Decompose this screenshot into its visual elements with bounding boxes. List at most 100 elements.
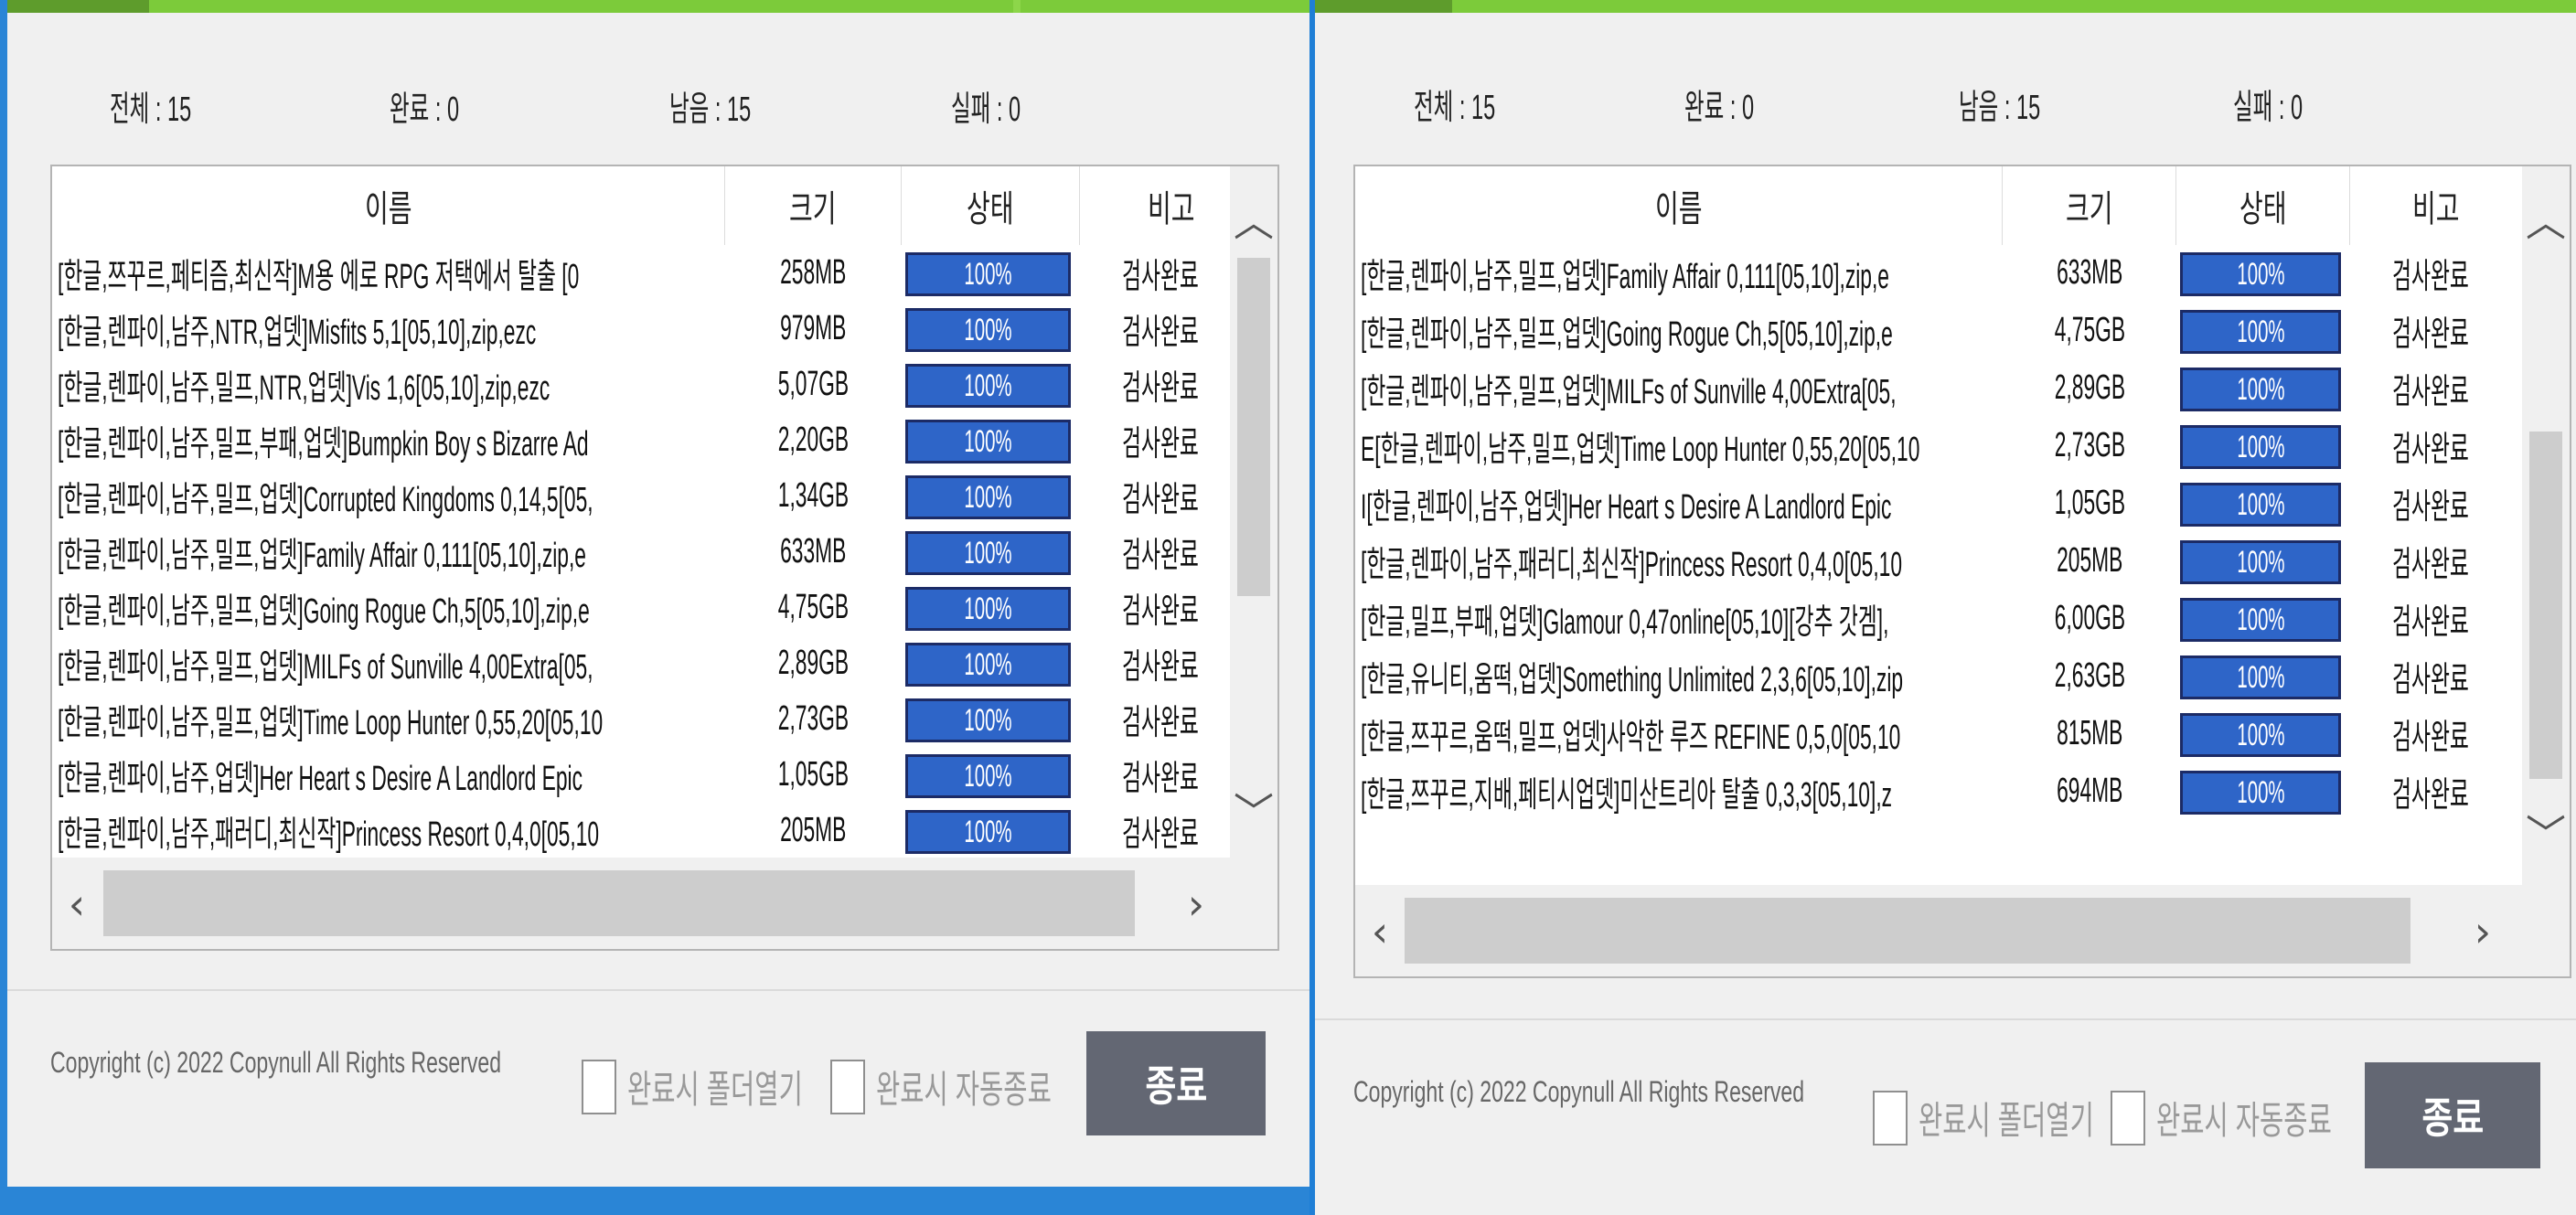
progress-bar: 100% [905, 643, 1071, 687]
progress-bar: 100% [905, 754, 1071, 798]
table-row[interactable]: I[한글,렌파이,남주,업뎃]Her Heart s Desire A Land… [1355, 475, 2522, 531]
file-size-cell: 4,75GB [777, 588, 850, 626]
file-size-cell: 815MB [2056, 714, 2123, 752]
table-row[interactable]: [한글,렌파이,남주,업뎃]Her Heart s Desire A Landl… [52, 747, 1230, 803]
progress-bar: 100% [2180, 252, 2341, 296]
chevron-right-icon[interactable]: › [2458, 907, 2507, 956]
table-row[interactable]: [한글,쯔꾸르,지배,페티시업뎃]미산트리아 탈출 0,3,3[05,10],z… [1355, 763, 2522, 819]
file-name-cell: [한글,렌파이,남주,패러디,최신작]Princess Resort 0,4,0… [1361, 546, 1903, 584]
file-name-cell: [한글,렌파이,남주,밀프,업뎃]Family Affair 0,111[05,… [1361, 258, 1889, 296]
stat-done: 완료 : 0 [1684, 89, 1755, 127]
checkbox-box[interactable] [1873, 1090, 1908, 1146]
progress-bar: 100% [905, 252, 1071, 296]
chevron-right-icon[interactable]: › [1171, 879, 1221, 929]
table-row[interactable]: [한글,렌파이,남주,NTR,업뎃]Misfits 5,1[05,10],zip… [52, 301, 1230, 357]
file-name-cell: [한글,렌파이,남주,패러디,최신작]Princess Resort 0,4,0… [58, 815, 600, 854]
vertical-scroll-thumb[interactable] [2529, 432, 2562, 779]
column-header-status[interactable]: 상태 [902, 166, 1080, 245]
progress-bar: 100% [905, 587, 1071, 631]
file-name-cell: [한글,쯔꾸르,움떡,밀프,업뎃]사악한 루즈 REFINE 0,5,0[05,… [1361, 719, 1901, 757]
file-name-cell: [한글,밀프,부패,업뎃]Glamour 0,47online[05,10][강… [1361, 603, 1889, 642]
checkbox-box[interactable] [582, 1059, 616, 1114]
file-size-cell: 1,34GB [777, 476, 850, 515]
column-header-name[interactable]: 이름 [1355, 166, 2003, 245]
column-header-note[interactable]: 비고 [2350, 166, 2522, 245]
table-row[interactable]: [한글,렌파이,남주,밀프,부패,업뎃]Bumpkin Boy s Bizarr… [52, 412, 1230, 468]
table-row[interactable]: [한글,렌파이,남주,밀프,업뎃]Family Affair 0,111[05,… [52, 524, 1230, 580]
column-header-size[interactable]: 크기 [2003, 166, 2176, 245]
table-row[interactable]: [한글,쯔꾸르,페티즘,최신작]M용 에로 RPG 저택에서 탈출 [0 258M… [52, 245, 1230, 301]
table-row[interactable]: [한글,렌파이,남주,패러디,최신작]Princess Resort 0,4,0… [1355, 533, 2522, 589]
progress-bar: 100% [2180, 483, 2341, 527]
file-list[interactable]: 이름 크기 상태 비고 [한글,쯔꾸르,페티즘,최신작]M용 에로 RPG 저택… [50, 165, 1279, 951]
stat-total: 전체 : 15 [1414, 89, 1496, 127]
vertical-scrollbar[interactable]: ︿ ﹀ [2522, 166, 2570, 885]
footer-divider [1315, 1018, 2576, 1020]
open-folder-label: 완료시 폴더열기 [627, 1068, 803, 1111]
column-header-size[interactable]: 크기 [725, 166, 902, 245]
checkbox-box[interactable] [2111, 1090, 2145, 1146]
table-row[interactable]: [한글,렌파이,남주,밀프,업뎃]MILFs of Sunville 4,00E… [1355, 360, 2522, 416]
table-row[interactable]: [한글,렌파이,남주,밀프,업뎃]Time Loop Hunter 0,55,2… [52, 691, 1230, 747]
note-cell: 검사완료 [2392, 258, 2469, 296]
exit-button[interactable]: 종료 [2365, 1062, 2540, 1168]
table-row[interactable]: [한글,렌파이,남주,밀프,업뎃]Going Rogue Ch,5[05,10]… [1355, 303, 2522, 358]
progress-bar: 100% [905, 308, 1071, 352]
stats-bar: 전체 : 15 완료 : 0 남음 : 15 실패 : 0 [1315, 79, 2576, 130]
table-row[interactable]: [한글,렌파이,남주,밀프,업뎃]Family Affair 0,111[05,… [1355, 245, 2522, 301]
progress-bar: 100% [905, 475, 1071, 519]
table-row[interactable]: [한글,유니티,움떡,업뎃]Something Unlimited 2,3,6[… [1355, 648, 2522, 704]
progress-bar: 100% [2180, 655, 2341, 699]
chevron-down-icon[interactable]: ﹀ [1230, 790, 1277, 837]
column-header-name[interactable]: 이름 [52, 166, 725, 245]
table-row[interactable]: [한글,밀프,부패,업뎃]Glamour 0,47online[05,10][강… [1355, 591, 2522, 646]
column-header-status[interactable]: 상태 [2176, 166, 2350, 245]
file-size-cell: 633MB [780, 532, 847, 570]
file-list[interactable]: 이름 크기 상태 비고 [한글,렌파이,남주,밀프,업뎃]Family Affa… [1353, 165, 2571, 978]
note-cell: 검사완료 [1122, 369, 1199, 408]
vertical-scroll-thumb[interactable] [1237, 258, 1270, 596]
horizontal-scroll-thumb[interactable] [1405, 898, 2410, 964]
note-cell: 검사완료 [1122, 704, 1199, 742]
table-row[interactable]: [한글,렌파이,남주,밀프,NTR,업뎃]Vis 1,6[05,10],zip,… [52, 357, 1230, 412]
chevron-left-icon[interactable]: ‹ [52, 879, 102, 929]
list-rows: [한글,렌파이,남주,밀프,업뎃]Family Affair 0,111[05,… [1355, 245, 2522, 876]
progress-bar: 100% [2180, 713, 2341, 757]
file-size-cell: 2,73GB [777, 699, 850, 738]
vertical-scrollbar[interactable]: ︿ ﹀ [1230, 166, 1277, 858]
exit-button[interactable]: 종료 [1086, 1031, 1266, 1135]
file-name-cell: E[한글,렌파이,남주,밀프,업뎃]Time Loop Hunter 0,55,… [1361, 431, 1920, 469]
stat-failed: 실패 : 0 [951, 91, 1021, 129]
table-row[interactable]: E[한글,렌파이,남주,밀프,업뎃]Time Loop Hunter 0,55,… [1355, 418, 2522, 474]
stat-remaining: 남음 : 15 [669, 91, 752, 129]
table-row[interactable]: [한글,쯔꾸르,움떡,밀프,업뎃]사악한 루즈 REFINE 0,5,0[05,… [1355, 706, 2522, 762]
copyright-text: Copyright (c) 2022 Copynull All Rights R… [50, 1046, 502, 1079]
list-rows: [한글,쯔꾸르,페티즘,최신작]M용 에로 RPG 저택에서 탈출 [0 258M… [52, 245, 1230, 856]
stats-bar: 전체 : 15 완료 : 0 남음 : 15 실패 : 0 [7, 80, 1309, 132]
file-name-cell: I[한글,렌파이,남주,업뎃]Her Heart s Desire A Land… [1361, 488, 1892, 527]
list-header: 이름 크기 상태 비고 [52, 166, 1230, 245]
table-row[interactable]: [한글,렌파이,남주,밀프,업뎃]MILFs of Sunville 4,00E… [52, 635, 1230, 691]
file-size-cell: 633MB [2056, 253, 2123, 292]
horizontal-scrollbar[interactable]: ‹ › [52, 858, 1277, 949]
file-name-cell: [한글,렌파이,남주,밀프,부패,업뎃]Bumpkin Boy s Bizarr… [58, 425, 589, 464]
title-accent-bar [7, 0, 1309, 13]
chevron-up-icon[interactable]: ︿ [2522, 199, 2570, 247]
file-name-cell: [한글,렌파이,남주,업뎃]Her Heart s Desire A Landl… [58, 760, 583, 798]
progress-bar: 100% [905, 420, 1071, 464]
note-cell: 검사완료 [2392, 546, 2469, 584]
open-folder-label: 완료시 폴더열기 [1919, 1099, 2094, 1142]
chevron-down-icon[interactable]: ﹀ [2522, 812, 2570, 859]
horizontal-scrollbar[interactable]: ‹ › [1355, 885, 2570, 976]
file-size-cell: 2,63GB [2054, 656, 2125, 695]
checkbox-box[interactable] [830, 1059, 865, 1114]
table-row[interactable]: [한글,렌파이,남주,밀프,업뎃]Corrupted Kingdoms 0,14… [52, 468, 1230, 524]
chevron-up-icon[interactable]: ︿ [1230, 199, 1277, 247]
horizontal-scroll-thumb[interactable] [103, 870, 1135, 936]
file-name-cell: [한글,렌파이,남주,밀프,업뎃]Going Rogue Ch,5[05,10]… [58, 592, 590, 631]
chevron-left-icon[interactable]: ‹ [1355, 907, 1405, 956]
table-row[interactable]: [한글,렌파이,남주,밀프,업뎃]Going Rogue Ch,5[05,10]… [52, 580, 1230, 635]
stat-remaining: 남음 : 15 [1959, 89, 2041, 127]
stat-failed: 실패 : 0 [2233, 89, 2303, 127]
table-row[interactable]: [한글,렌파이,남주,패러디,최신작]Princess Resort 0,4,0… [52, 803, 1230, 856]
